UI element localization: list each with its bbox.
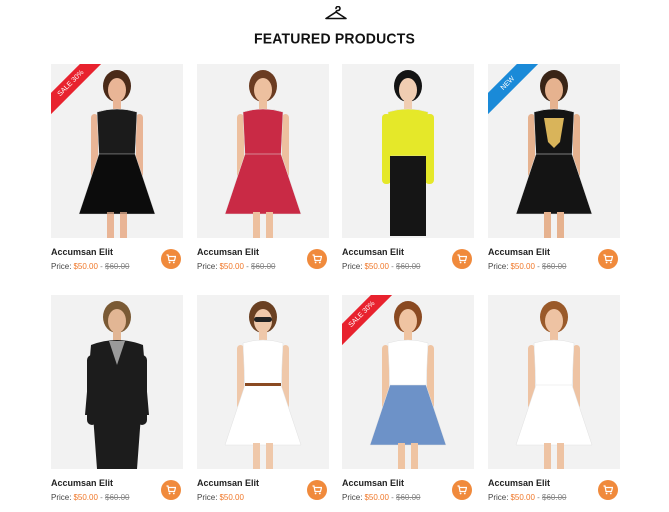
product-image[interactable] <box>342 64 474 238</box>
price-row: Price: $50.00 - $60.00 <box>197 262 276 271</box>
old-price: $60.00 <box>542 262 567 271</box>
price-label: Price: <box>342 262 363 271</box>
cart-icon <box>166 254 176 264</box>
cart-icon <box>457 485 467 495</box>
product-card[interactable]: Accumsan Elit Price: $50.00 - $60.00 <box>488 295 620 502</box>
add-to-cart-button[interactable] <box>598 480 618 500</box>
price-label: Price: <box>197 262 218 271</box>
old-price: $60.00 <box>396 493 421 502</box>
cart-icon <box>312 485 322 495</box>
current-price: $50.00 <box>219 493 244 502</box>
price-row: Price: $50.00 - $60.00 <box>488 262 567 271</box>
price-label: Price: <box>488 493 509 502</box>
product-name[interactable]: Accumsan Elit <box>342 478 404 488</box>
cart-icon <box>603 485 613 495</box>
price-label: Price: <box>51 493 72 502</box>
product-card[interactable]: Accumsan Elit Price: $50.00 <box>197 295 329 502</box>
price-separator: - <box>534 493 543 502</box>
product-image[interactable]: NEW <box>488 64 620 238</box>
price-separator: - <box>388 262 397 271</box>
cart-icon <box>312 254 322 264</box>
price-row: Price: $50.00 - $60.00 <box>488 493 567 502</box>
add-to-cart-button[interactable] <box>161 249 181 269</box>
add-to-cart-button[interactable] <box>598 249 618 269</box>
add-to-cart-button[interactable] <box>452 480 472 500</box>
add-to-cart-button[interactable] <box>307 249 327 269</box>
price-label: Price: <box>488 262 509 271</box>
old-price: $60.00 <box>396 262 421 271</box>
product-card[interactable]: NEW Accumsan Elit Price: $50.00 - $60.00 <box>488 64 620 271</box>
price-label: Price: <box>51 262 72 271</box>
add-to-cart-button[interactable] <box>452 249 472 269</box>
product-name[interactable]: Accumsan Elit <box>197 478 259 488</box>
old-price: $60.00 <box>251 262 276 271</box>
price-row: Price: $50.00 - $60.00 <box>342 493 421 502</box>
add-to-cart-button[interactable] <box>307 480 327 500</box>
product-name[interactable]: Accumsan Elit <box>488 478 550 488</box>
price-separator: - <box>388 493 397 502</box>
section-title: FEATURED PRODUCTS <box>253 29 416 47</box>
add-to-cart-button[interactable] <box>161 480 181 500</box>
cart-icon <box>457 254 467 264</box>
product-card[interactable]: Accumsan Elit Price: $50.00 - $60.00 <box>197 64 329 271</box>
current-price: $50.00 <box>510 262 535 271</box>
product-card[interactable]: Accumsan Elit Price: $50.00 - $60.00 <box>342 64 474 271</box>
product-name[interactable]: Accumsan Elit <box>51 247 113 257</box>
price-separator: - <box>97 493 106 502</box>
old-price: $60.00 <box>105 493 130 502</box>
price-separator: - <box>243 262 252 271</box>
current-price: $50.00 <box>510 493 535 502</box>
current-price: $50.00 <box>73 493 98 502</box>
price-separator: - <box>534 262 543 271</box>
cart-icon <box>603 254 613 264</box>
product-card[interactable]: Accumsan Elit Price: $50.00 - $60.00 <box>51 295 183 502</box>
price-label: Price: <box>342 493 363 502</box>
current-price: $50.00 <box>219 262 244 271</box>
old-price: $60.00 <box>105 262 130 271</box>
current-price: $50.00 <box>364 493 389 502</box>
price-row: Price: $50.00 - $60.00 <box>51 493 130 502</box>
price-row: Price: $50.00 - $60.00 <box>51 262 130 271</box>
price-row: Price: $50.00 <box>197 493 244 502</box>
old-price: $60.00 <box>542 493 567 502</box>
cart-icon <box>166 485 176 495</box>
current-price: $50.00 <box>364 262 389 271</box>
price-label: Price: <box>197 493 218 502</box>
price-row: Price: $50.00 - $60.00 <box>342 262 421 271</box>
product-name[interactable]: Accumsan Elit <box>197 247 259 257</box>
product-image[interactable] <box>51 295 183 469</box>
product-name[interactable]: Accumsan Elit <box>342 247 404 257</box>
product-name[interactable]: Accumsan Elit <box>51 478 113 488</box>
product-image[interactable] <box>488 295 620 469</box>
product-card[interactable]: SALE 30% Accumsan Elit Price: $50.00 - $60.… <box>342 295 474 502</box>
product-image[interactable] <box>197 64 329 238</box>
product-image[interactable] <box>197 295 329 469</box>
hanger-icon <box>325 6 347 20</box>
price-separator: - <box>97 262 106 271</box>
product-name[interactable]: Accumsan Elit <box>488 247 550 257</box>
product-image[interactable]: SALE 30% <box>342 295 474 469</box>
current-price: $50.00 <box>73 262 98 271</box>
product-card[interactable]: SALE 30% Accumsan Elit Price: $50.00 - $60.… <box>51 64 183 271</box>
product-image[interactable]: SALE 30% <box>51 64 183 238</box>
